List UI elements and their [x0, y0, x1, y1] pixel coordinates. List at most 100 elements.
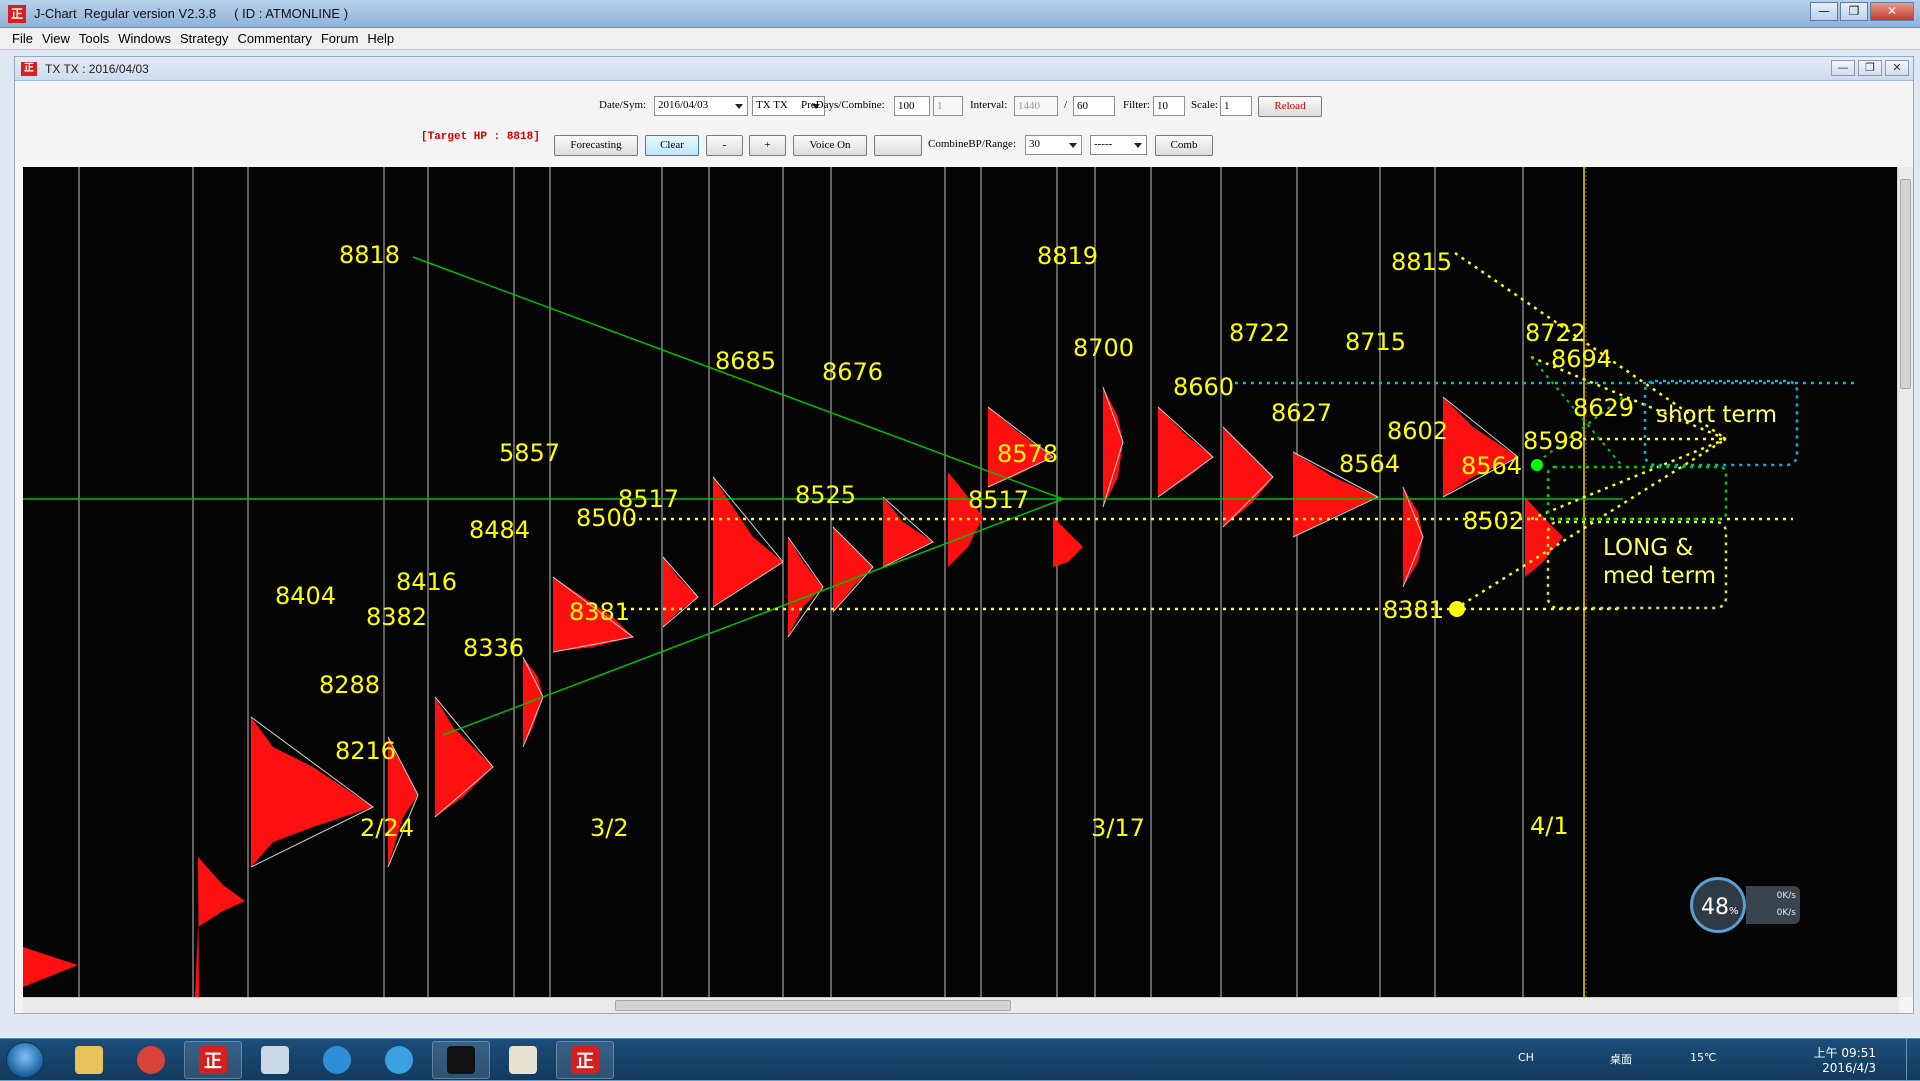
interval-label: Interval: — [970, 99, 1008, 111]
clock-time[interactable]: 上午 09:51 — [1814, 1044, 1876, 1061]
date-select-value: 2016/04/03 — [658, 99, 709, 111]
taskbar-jchart-1[interactable]: 正 — [184, 1041, 242, 1079]
close-button[interactable]: ✕ — [1870, 2, 1914, 21]
price-label: 8722 — [1229, 319, 1290, 347]
predays-input[interactable] — [894, 96, 930, 116]
range-select[interactable]: ----- — [1090, 135, 1147, 155]
combine-range-select[interactable]: 30 — [1025, 135, 1082, 155]
scale-input[interactable] — [1220, 96, 1252, 116]
chart-window-title-bar: 正 TX TX : 2016/04/03 — ❐ ✕ — [15, 57, 1913, 81]
price-label: 8629 — [1573, 394, 1634, 422]
title-bar: 正 J-Chart Regular version V2.3.8 ( ID : … — [0, 0, 1920, 28]
menu-strategy[interactable]: Strategy — [180, 31, 228, 46]
price-label: 8381 — [1383, 596, 1444, 624]
child-restore-button[interactable]: ❐ — [1858, 60, 1882, 76]
chart-window-title: TX TX : 2016/04/03 — [45, 62, 149, 76]
combine-input[interactable] — [933, 96, 963, 116]
date-labels: 2/24 3/2 3/17 4/1 — [360, 812, 1569, 842]
zoom-in-button[interactable]: + — [749, 135, 786, 156]
chevron-down-icon — [735, 104, 743, 109]
price-label: 8660 — [1173, 373, 1234, 401]
filter-label: Filter: — [1123, 99, 1150, 111]
price-label: 8627 — [1271, 399, 1332, 427]
speed-percent-value: 48 — [1701, 895, 1729, 920]
zoom-out-button[interactable]: - — [706, 135, 743, 156]
chart-canvas[interactable]: 8818 8685 8676 8819 8815 8722 8694 8629 … — [23, 167, 1899, 997]
taskbar-cmd[interactable] — [432, 1041, 490, 1079]
start-button[interactable] — [6, 1042, 44, 1078]
app-title: J-Chart Regular version V2.3.8 ( ID : AT… — [34, 6, 349, 21]
weather-temperature[interactable]: 15℃ — [1690, 1051, 1716, 1064]
chart-toolbar: Date/Sym: 2016/04/03 TX TX PreDays/Combi… — [15, 81, 1913, 167]
java-icon — [509, 1046, 537, 1074]
price-label: 8500 — [576, 504, 637, 532]
upload-speed: 0K/s — [1776, 891, 1796, 901]
voice-on-button[interactable]: Voice On — [793, 135, 867, 156]
vertical-scrollbar-thumb[interactable] — [1900, 179, 1911, 389]
reload-button[interactable]: Reload — [1258, 96, 1322, 117]
filter-input[interactable] — [1153, 96, 1185, 116]
taskbar-ie[interactable] — [370, 1041, 428, 1079]
show-desktop-button[interactable] — [1906, 1039, 1920, 1081]
language-indicator[interactable]: CH — [1518, 1051, 1534, 1064]
menu-bar: File View Tools Windows Strategy Comment… — [0, 28, 1920, 50]
menu-windows[interactable]: Windows — [118, 31, 171, 46]
price-label: 8416 — [396, 568, 457, 596]
clear-button[interactable]: Clear — [645, 135, 699, 156]
taskbar-explorer[interactable] — [60, 1041, 118, 1079]
price-label: 8598 — [1523, 427, 1584, 455]
minimize-button[interactable]: — — [1810, 2, 1838, 21]
menu-file[interactable]: File — [12, 31, 33, 46]
menu-tools[interactable]: Tools — [79, 31, 109, 46]
price-label: 8700 — [1073, 334, 1134, 362]
comb-button[interactable]: Comb — [1155, 135, 1213, 156]
scale-label: Scale: — [1191, 99, 1218, 111]
speed-percent-sign: % — [1729, 906, 1739, 917]
marker-dot-8381 — [1449, 601, 1465, 617]
price-label: 8564 — [1339, 450, 1400, 478]
maximize-button[interactable]: ❐ — [1840, 2, 1868, 21]
menu-commentary[interactable]: Commentary — [237, 31, 311, 46]
browser-icon — [323, 1046, 351, 1074]
taskbar-chrome[interactable] — [122, 1041, 180, 1079]
price-label: 8517 — [968, 486, 1029, 514]
child-minimize-button[interactable]: — — [1831, 60, 1855, 76]
jchart-icon: 正 — [199, 1046, 227, 1074]
chart-window: 正 TX TX : 2016/04/03 — ❐ ✕ Date/Sym: 201… — [14, 56, 1914, 1014]
interval-input[interactable] — [1014, 96, 1058, 116]
horizontal-scrollbar[interactable] — [23, 997, 1899, 1013]
taskbar-jchart-2[interactable]: 正 — [556, 1041, 614, 1079]
price-label: 8685 — [715, 347, 776, 375]
menu-view[interactable]: View — [42, 31, 70, 46]
vertical-scrollbar[interactable] — [1897, 167, 1913, 997]
clock-date[interactable]: 2016/4/3 — [1822, 1061, 1876, 1075]
chevron-down-icon — [1069, 143, 1077, 148]
range-select-value: ----- — [1094, 138, 1113, 150]
menu-help[interactable]: Help — [367, 31, 394, 46]
ie-icon — [385, 1046, 413, 1074]
menu-forum[interactable]: Forum — [321, 31, 359, 46]
chevron-down-icon — [1134, 143, 1142, 148]
price-label: 5857 — [499, 439, 560, 467]
med-term-annotation: med term — [1603, 563, 1716, 589]
child-close-button[interactable]: ✕ — [1885, 60, 1909, 76]
market-profile-chart[interactable]: 8818 8685 8676 8819 8815 8722 8694 8629 … — [23, 167, 1899, 997]
network-speed-widget[interactable]: 48% 0K/s 0K/s — [1690, 877, 1810, 933]
chrome-icon — [137, 1046, 165, 1074]
interval-separator: / — [1064, 99, 1068, 111]
taskbar-notepad[interactable] — [246, 1041, 304, 1079]
jchart-app-icon: 正 — [8, 5, 26, 23]
blank-button[interactable] — [874, 135, 922, 156]
taskbar-edge[interactable] — [308, 1041, 366, 1079]
horizontal-scrollbar-thumb[interactable] — [615, 1000, 1011, 1011]
combine-range-value: 30 — [1029, 138, 1040, 150]
forecasting-button[interactable]: Forecasting — [554, 135, 638, 156]
interval-minutes-input[interactable] — [1073, 96, 1115, 116]
speed-gauge: 48% — [1690, 877, 1746, 933]
taskbar-java[interactable] — [494, 1041, 552, 1079]
price-label: 8676 — [822, 358, 883, 386]
desktop-toolbar[interactable]: 桌面 — [1610, 1051, 1632, 1067]
date-select[interactable]: 2016/04/03 — [654, 96, 748, 116]
price-label: 8382 — [366, 603, 427, 631]
date-label: 3/17 — [1091, 814, 1145, 842]
